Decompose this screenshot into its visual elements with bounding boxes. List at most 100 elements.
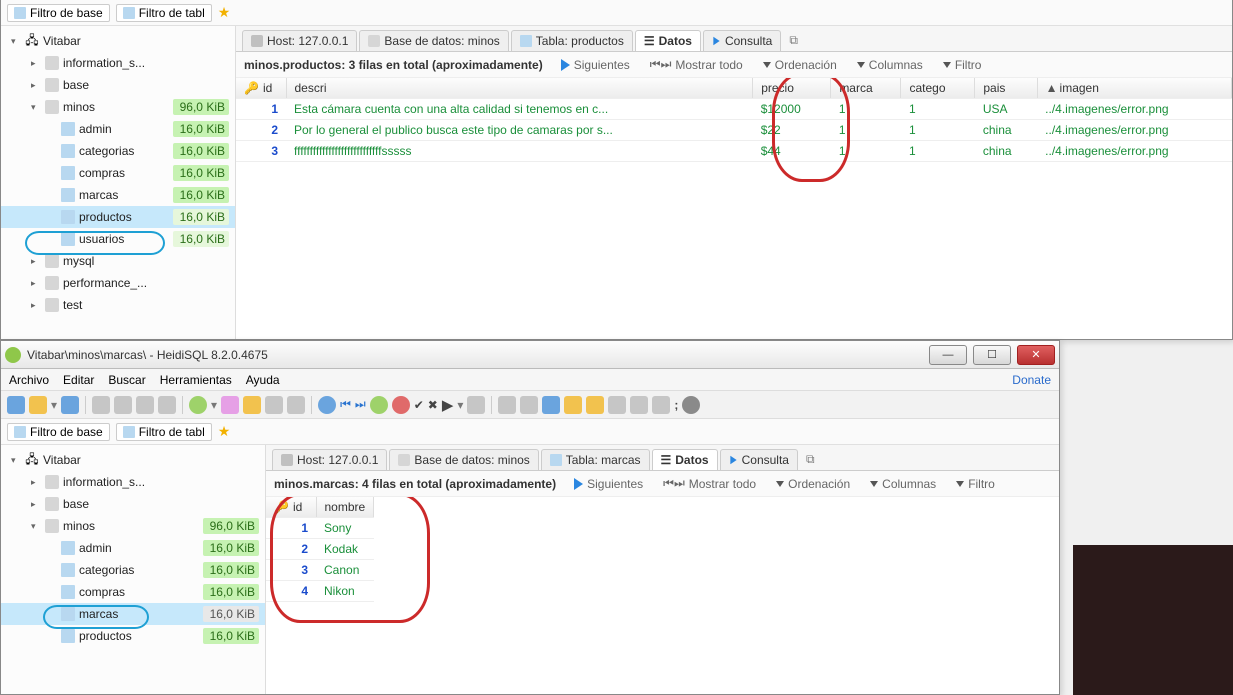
column-header-precio[interactable]: precio bbox=[753, 78, 831, 99]
tab-host[interactable]: Host: 127.0.0.1 bbox=[242, 30, 357, 51]
copy-icon[interactable] bbox=[92, 396, 110, 414]
maximize-button[interactable]: ☐ bbox=[973, 345, 1011, 365]
dropdown-icon[interactable]: ▾ bbox=[457, 398, 463, 412]
cell-catego[interactable]: 1 bbox=[901, 99, 975, 120]
table-node-admin[interactable]: admin 16,0 KiB bbox=[1, 118, 235, 140]
show-all-button[interactable]: ⏮⏭Mostrar todo bbox=[650, 57, 743, 72]
column-header-marca[interactable]: marca bbox=[831, 78, 901, 99]
menu-archivo[interactable]: Archivo bbox=[9, 373, 49, 387]
dropdown-icon[interactable]: ▾ bbox=[211, 398, 217, 412]
database-node[interactable]: ▸ base bbox=[1, 493, 265, 515]
tab-db[interactable]: Base de datos: minos bbox=[359, 30, 508, 51]
cell-id[interactable]: 3 bbox=[236, 141, 286, 162]
semicolon-icon[interactable]: ; bbox=[674, 398, 678, 412]
menu-editar[interactable]: Editar bbox=[63, 373, 94, 387]
tool-icon[interactable] bbox=[564, 396, 582, 414]
table-row[interactable]: 2Por lo general el publico busca este ti… bbox=[236, 120, 1232, 141]
tool-icon[interactable] bbox=[608, 396, 626, 414]
exit-icon[interactable] bbox=[682, 396, 700, 414]
paste-icon[interactable] bbox=[114, 396, 132, 414]
table-node-categorias[interactable]: categorias 16,0 KiB bbox=[1, 140, 235, 162]
expand-icon[interactable]: ▸ bbox=[31, 499, 41, 510]
cell-imagen[interactable]: ../4.imagenes/error.png bbox=[1037, 141, 1231, 162]
filter-menu[interactable]: Filtro bbox=[956, 477, 995, 491]
column-header-id[interactable]: 🔑id bbox=[266, 497, 316, 518]
cell-id[interactable]: 2 bbox=[266, 539, 316, 560]
filter-database-tab[interactable]: Filtro de base bbox=[7, 4, 110, 22]
collapse-icon[interactable]: ▾ bbox=[31, 521, 41, 532]
cell-descri[interactable]: Esta cámara cuenta con una alta calidad … bbox=[286, 99, 753, 120]
cell-id[interactable]: 2 bbox=[236, 120, 286, 141]
database-node[interactable]: ▸ information_s... bbox=[1, 471, 265, 493]
columns-menu[interactable]: Columnas bbox=[857, 58, 923, 72]
table-node-productos[interactable]: productos 16,0 KiB bbox=[1, 206, 235, 228]
database-node[interactable]: ▸ mysql bbox=[1, 250, 235, 272]
tab-table[interactable]: Tabla: marcas bbox=[541, 449, 650, 470]
expand-icon[interactable]: ▸ bbox=[31, 477, 41, 488]
menu-herramientas[interactable]: Herramientas bbox=[160, 373, 232, 387]
collapse-icon[interactable]: ▾ bbox=[11, 455, 21, 466]
minimize-button[interactable]: — bbox=[929, 345, 967, 365]
titlebar[interactable]: Vitabar\minos\marcas\ - HeidiSQL 8.2.0.4… bbox=[1, 341, 1059, 369]
column-header-pais[interactable]: pais bbox=[975, 78, 1037, 99]
table-node-productos[interactable]: productos 16,0 KiB bbox=[1, 625, 265, 647]
tool-icon[interactable] bbox=[287, 396, 305, 414]
tool-icon[interactable] bbox=[61, 396, 79, 414]
cell-nombre[interactable]: Sony bbox=[316, 518, 374, 539]
tab-query[interactable]: Consulta bbox=[703, 30, 781, 51]
cell-id[interactable]: 1 bbox=[236, 99, 286, 120]
last-icon[interactable]: ⏭ bbox=[355, 397, 366, 412]
cell-precio[interactable]: $44 bbox=[753, 141, 831, 162]
delete-icon[interactable] bbox=[392, 396, 410, 414]
column-header-catego[interactable]: catego bbox=[901, 78, 975, 99]
cell-imagen[interactable]: ../4.imagenes/error.png bbox=[1037, 120, 1231, 141]
cell-pais[interactable]: china bbox=[975, 141, 1037, 162]
filter-table-tab[interactable]: Filtro de tabl bbox=[116, 4, 212, 22]
tool-icon[interactable] bbox=[243, 396, 261, 414]
expand-icon[interactable]: ▸ bbox=[31, 80, 41, 91]
cell-id[interactable]: 4 bbox=[266, 581, 316, 602]
table-row[interactable]: 3Canon bbox=[266, 560, 374, 581]
filter-menu[interactable]: Filtro bbox=[943, 58, 982, 72]
menu-buscar[interactable]: Buscar bbox=[108, 373, 145, 387]
table-node-marcas[interactable]: marcas 16,0 KiB bbox=[1, 184, 235, 206]
tool-icon[interactable] bbox=[630, 396, 648, 414]
column-header-descri[interactable]: descri bbox=[286, 78, 753, 99]
database-node[interactable]: ▸ performance_... bbox=[1, 272, 235, 294]
database-node[interactable]: ▾ minos 96,0 KiB bbox=[1, 515, 265, 537]
check-icon[interactable]: ✔ bbox=[414, 398, 424, 412]
connection-node[interactable]: ▾ 🖧 Vitabar bbox=[1, 449, 265, 471]
column-header-id[interactable]: 🔑id bbox=[236, 78, 286, 99]
database-node[interactable]: ▸ information_s... bbox=[1, 52, 235, 74]
column-header-imagen[interactable]: ▲imagen bbox=[1037, 78, 1231, 99]
cell-catego[interactable]: 1 bbox=[901, 141, 975, 162]
add-icon[interactable] bbox=[370, 396, 388, 414]
show-all-button[interactable]: ⏮⏭Mostrar todo bbox=[663, 476, 756, 491]
user-manager-icon[interactable] bbox=[221, 396, 239, 414]
tab-db[interactable]: Base de datos: minos bbox=[389, 449, 538, 470]
sort-menu[interactable]: Ordenación bbox=[776, 477, 850, 491]
table-node-categorias[interactable]: categorias 16,0 KiB bbox=[1, 559, 265, 581]
cell-marca[interactable]: 1 bbox=[831, 99, 901, 120]
first-icon[interactable]: ⏮ bbox=[340, 397, 351, 412]
connection-node[interactable]: ▾ 🖧 Vitabar bbox=[1, 30, 235, 52]
tab-data[interactable]: ☰Datos bbox=[635, 30, 701, 51]
tool-icon[interactable] bbox=[318, 396, 336, 414]
tool-icon[interactable] bbox=[265, 396, 283, 414]
favorite-star-icon[interactable]: ★ bbox=[218, 4, 231, 21]
tab-table[interactable]: Tabla: productos bbox=[511, 30, 633, 51]
tool-icon[interactable] bbox=[136, 396, 154, 414]
cell-precio[interactable]: $22 bbox=[753, 120, 831, 141]
cancel-icon[interactable]: ✖ bbox=[428, 398, 438, 412]
cell-nombre[interactable]: Kodak bbox=[316, 539, 374, 560]
collapse-icon[interactable]: ▾ bbox=[11, 36, 21, 47]
table-node-usuarios[interactable]: usuarios 16,0 KiB bbox=[1, 228, 235, 250]
expand-icon[interactable]: ▸ bbox=[31, 256, 41, 267]
tool-icon[interactable] bbox=[586, 396, 604, 414]
cell-nombre[interactable]: Canon bbox=[316, 560, 374, 581]
cell-pais[interactable]: USA bbox=[975, 99, 1037, 120]
cell-imagen[interactable]: ../4.imagenes/error.png bbox=[1037, 99, 1231, 120]
donate-link[interactable]: Donate bbox=[1012, 373, 1051, 387]
table-node-marcas[interactable]: marcas 16,0 KiB bbox=[1, 603, 265, 625]
tool-icon[interactable] bbox=[542, 396, 560, 414]
